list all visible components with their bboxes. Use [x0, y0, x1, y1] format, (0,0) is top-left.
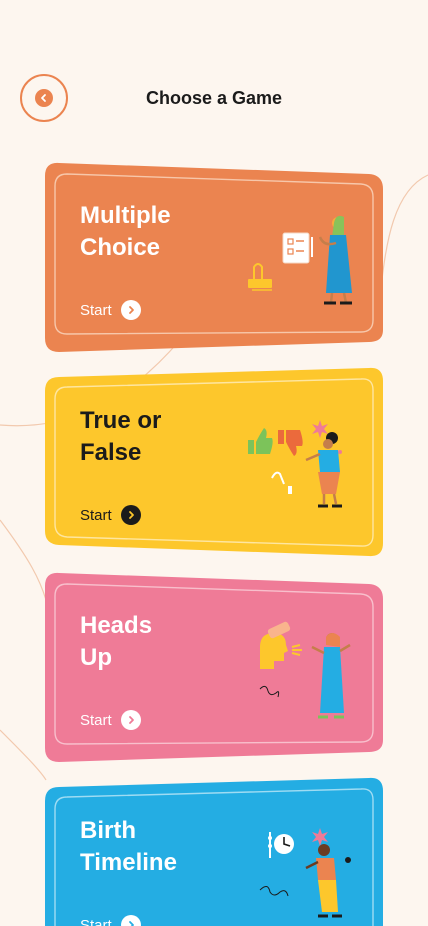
- quiz-checklist-illustration: [248, 215, 352, 305]
- heads-up-illustration: [259, 621, 351, 719]
- game-card-heads-up[interactable]: Heads Up Start: [45, 572, 383, 762]
- start-button[interactable]: Start: [80, 710, 141, 730]
- card-title: Multiple Choice: [80, 202, 171, 261]
- game-card-birth-timeline[interactable]: Birth Timeline Start: [45, 777, 383, 926]
- start-button[interactable]: Start: [80, 505, 141, 525]
- timeline-clock-illustration: [259, 828, 351, 918]
- start-button[interactable]: Start: [80, 300, 141, 320]
- chevron-right-icon: [120, 915, 141, 926]
- card-title: Birth Timeline: [80, 817, 177, 876]
- start-button[interactable]: Start: [80, 915, 141, 926]
- game-card-true-or-false[interactable]: True or False Start: [45, 367, 383, 557]
- chevron-right-icon: [120, 300, 141, 320]
- card-title: True or False: [80, 407, 162, 466]
- page-title: Choose a Game: [145, 88, 283, 108]
- thumbs-up-down-illustration: [248, 420, 342, 508]
- game-card-multiple-choice[interactable]: Multiple Choice Start: [45, 162, 383, 352]
- chevron-right-icon: [120, 710, 141, 730]
- card-title: Heads Up: [80, 612, 153, 671]
- chevron-right-icon: [120, 505, 141, 525]
